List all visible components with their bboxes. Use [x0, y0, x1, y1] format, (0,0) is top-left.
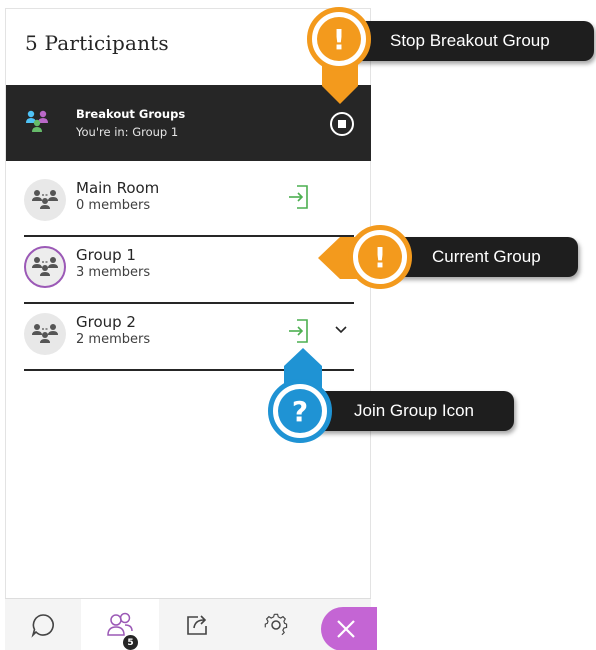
- group-name: Group 1: [76, 246, 136, 264]
- join-group-icon[interactable]: [287, 183, 311, 211]
- group-member-count: 0 members: [76, 198, 151, 213]
- group-name: Group 2: [76, 313, 136, 331]
- nav-chat[interactable]: [5, 599, 81, 650]
- stop-icon: [338, 120, 346, 128]
- group-avatar-icon: [24, 313, 66, 355]
- callout-current-badge: !: [348, 225, 412, 289]
- group-row-group-1[interactable]: Group 1 3 members: [24, 238, 354, 304]
- callout-stop-label: Stop Breakout Group: [350, 21, 594, 61]
- help-icon: ?: [278, 389, 322, 433]
- callout-join-label: Join Group Icon: [312, 391, 514, 431]
- bottom-nav: 5: [5, 598, 377, 650]
- callout-stop-badge: !: [307, 7, 371, 71]
- stop-breakout-button[interactable]: [330, 112, 354, 136]
- row-divider: [24, 302, 354, 304]
- breakout-current-group: You're in: Group 1: [76, 125, 179, 139]
- settings-icon: [264, 613, 288, 636]
- close-session-button[interactable]: [321, 607, 377, 650]
- group-name: Main Room: [76, 179, 160, 197]
- group-avatar-icon: [24, 246, 66, 288]
- nav-participants[interactable]: 5: [81, 599, 159, 650]
- chat-icon: [31, 614, 54, 638]
- share-content-icon: [187, 615, 207, 635]
- breakout-title: Breakout Groups: [76, 107, 186, 121]
- callout-current-label: Current Group: [388, 237, 578, 277]
- nav-settings[interactable]: [237, 599, 315, 650]
- panel-title: 5 Participants: [25, 31, 169, 55]
- join-group-icon[interactable]: [287, 317, 311, 345]
- group-avatar-icon: [24, 179, 66, 221]
- chevron-down-icon[interactable]: [334, 323, 348, 337]
- group-row-main-room[interactable]: Main Room 0 members: [24, 171, 354, 237]
- callout-join-badge: ?: [268, 379, 332, 443]
- row-divider: [24, 235, 354, 237]
- alert-icon: !: [317, 17, 361, 61]
- participants-count-badge: 5: [123, 635, 138, 650]
- close-icon: [337, 620, 355, 638]
- group-member-count: 3 members: [76, 265, 151, 280]
- nav-share-content[interactable]: [159, 599, 237, 650]
- group-member-count: 2 members: [76, 332, 151, 347]
- breakout-groups-icon: [26, 110, 48, 132]
- alert-icon: !: [358, 235, 402, 279]
